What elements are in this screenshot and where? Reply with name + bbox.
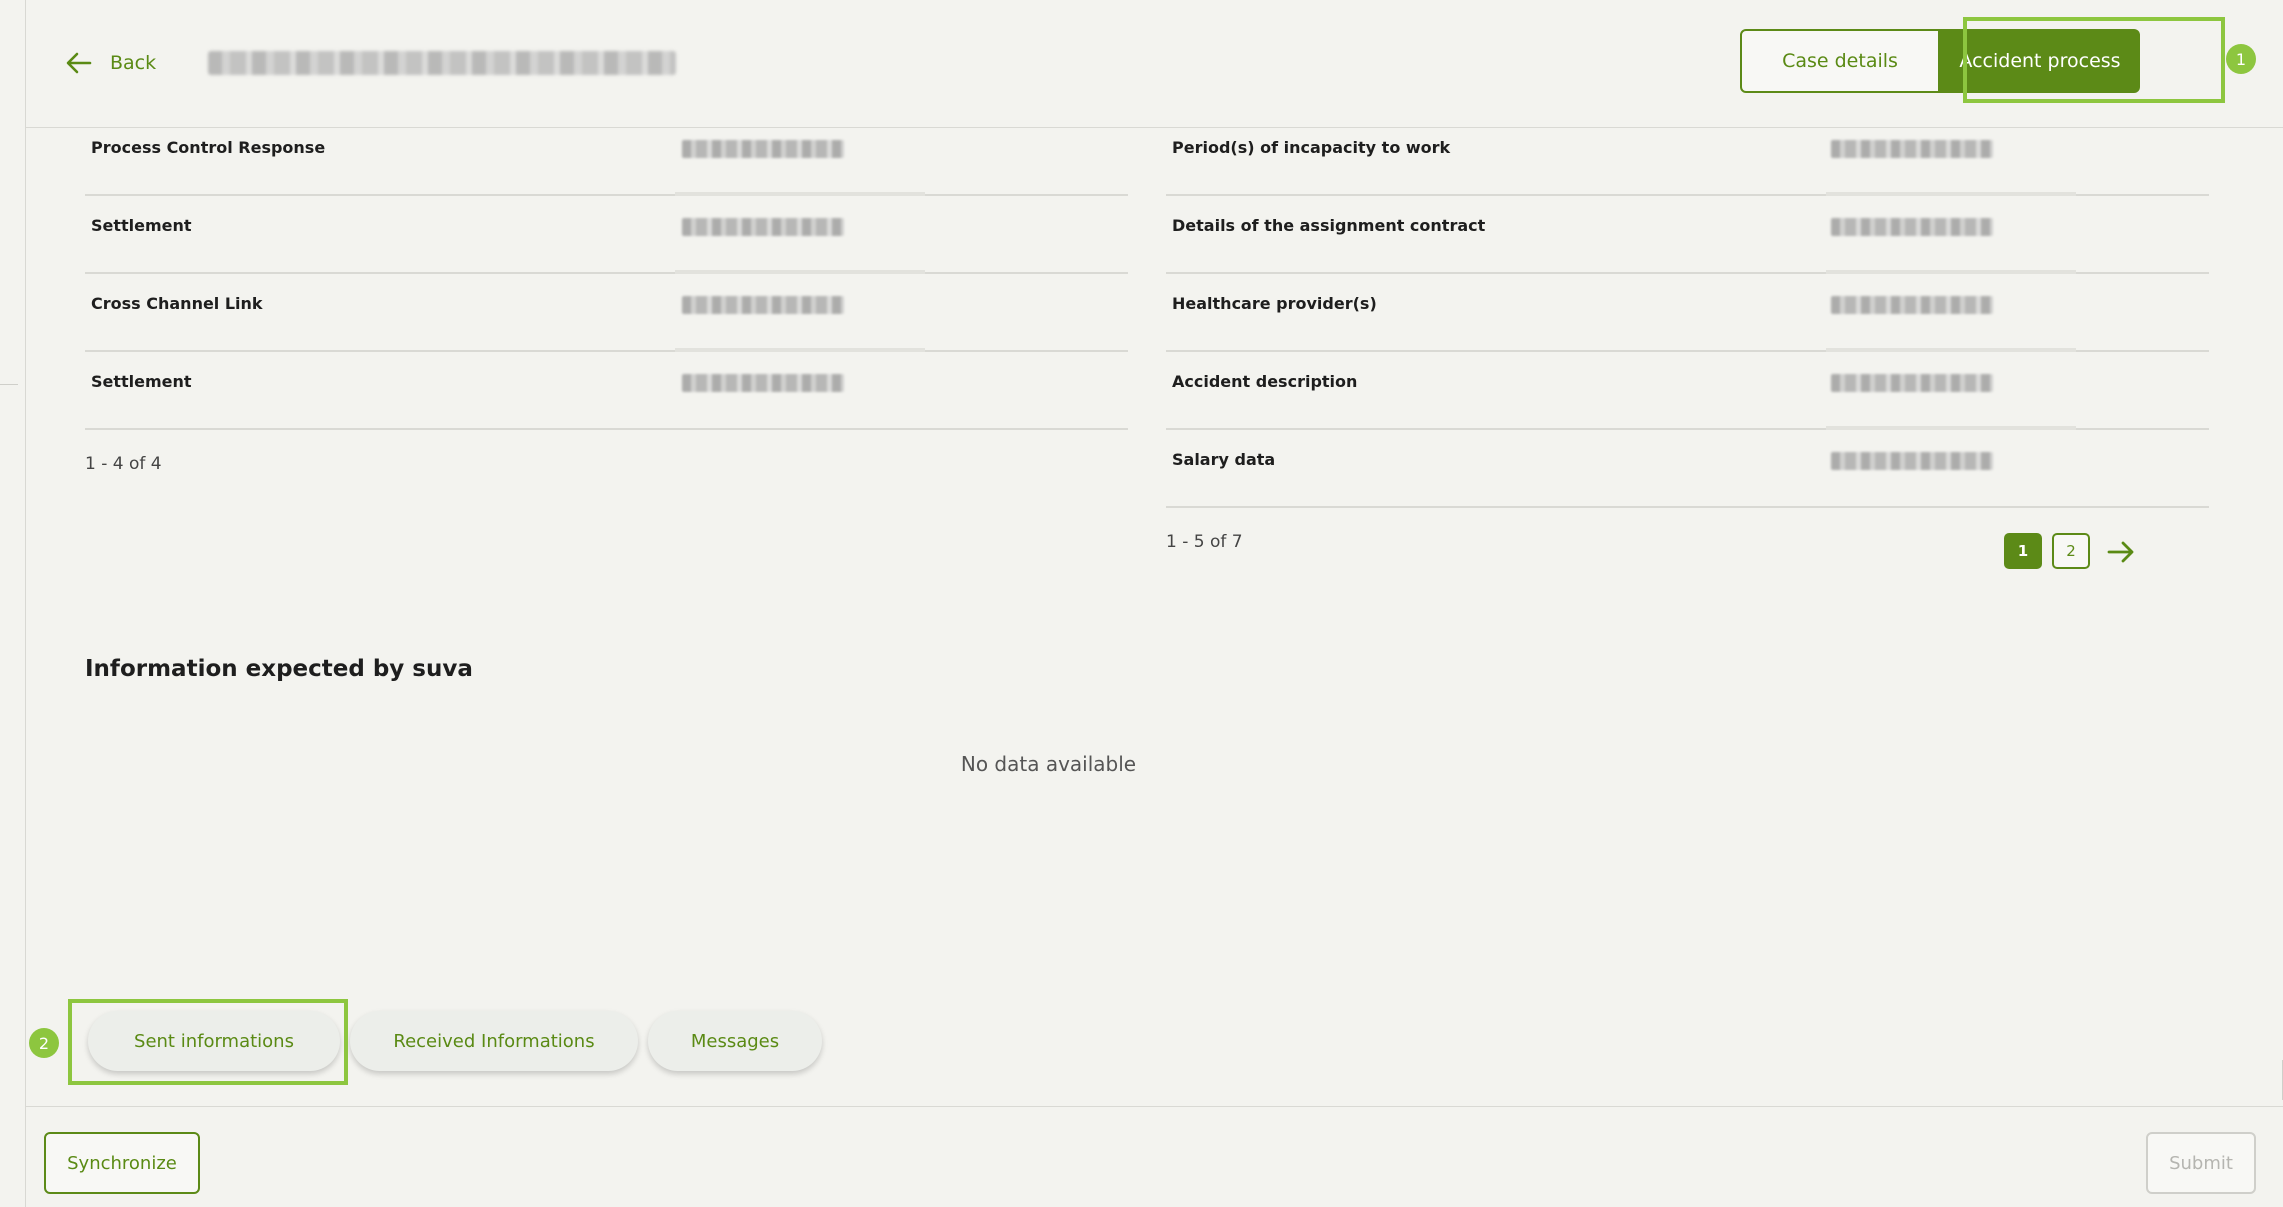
table-row[interactable]: Details of the assignment contract	[1166, 196, 2209, 274]
step-marker-2: 2	[29, 1028, 59, 1058]
date-redacted	[682, 218, 844, 236]
date-redacted	[1831, 140, 1993, 158]
back-label: Back	[110, 52, 157, 74]
left-border	[25, 0, 26, 1207]
section-title-expected: Information expected by suva	[85, 656, 473, 682]
table-row[interactable]: Accident description	[1166, 352, 2209, 430]
arrow-left-icon	[66, 52, 92, 74]
pager-summary-left: 1 - 4 of 4	[85, 454, 162, 474]
document-name: Salary data	[1172, 450, 1276, 469]
sent-info-table-left: Process Control Response Settlement Cros…	[85, 118, 1128, 430]
document-name: Details of the assignment contract	[1172, 216, 1486, 235]
document-name: Healthcare provider(s)	[1172, 294, 1377, 313]
document-name: Cross Channel Link	[91, 294, 263, 313]
table-row[interactable]: Settlement	[85, 352, 1128, 430]
table-row[interactable]: Salary data	[1166, 430, 2209, 508]
empty-state-text: No data available	[960, 752, 1137, 776]
case-title-redacted	[208, 51, 676, 75]
synchronize-button[interactable]: Synchronize	[44, 1132, 200, 1194]
document-name: Accident description	[1172, 372, 1358, 391]
tab-sent-informations[interactable]: Sent informations	[88, 1011, 340, 1071]
date-redacted	[682, 374, 844, 392]
back-button[interactable]: Back	[66, 46, 156, 80]
left-edge-tick	[0, 384, 18, 385]
date-redacted	[682, 140, 844, 158]
page-footer: Synchronize Submit	[26, 1106, 2283, 1207]
page-button-1[interactable]: 1	[2004, 533, 2042, 569]
page-button-2[interactable]: 2	[2052, 533, 2090, 569]
table-row[interactable]: Settlement	[85, 196, 1128, 274]
table-row[interactable]: Process Control Response	[85, 118, 1128, 196]
arrow-right-icon[interactable]	[2105, 536, 2137, 568]
table-row[interactable]: Period(s) of incapacity to work	[1166, 118, 2209, 196]
date-redacted	[1831, 296, 1993, 314]
tab-messages[interactable]: Messages	[648, 1011, 822, 1071]
date-redacted	[682, 296, 844, 314]
sent-info-table-right: Period(s) of incapacity to work Details …	[1166, 118, 2209, 508]
document-name: Settlement	[91, 216, 192, 235]
date-redacted	[1831, 452, 1993, 470]
tab-accident-process[interactable]: Accident process	[1940, 29, 2140, 93]
document-name: Settlement	[91, 372, 192, 391]
step-marker-1: 1	[2226, 44, 2256, 74]
empty-state: No data available	[0, 752, 2283, 776]
submit-button: Submit	[2146, 1132, 2256, 1194]
table-row[interactable]: Cross Channel Link	[85, 274, 1128, 352]
document-name: Period(s) of incapacity to work	[1172, 138, 1451, 157]
pager-summary-right: 1 - 5 of 7	[1166, 532, 1243, 552]
date-redacted	[1831, 374, 1993, 392]
date-redacted	[1831, 218, 1993, 236]
tab-received-informations[interactable]: Received Informations	[350, 1011, 638, 1071]
table-row[interactable]: Healthcare provider(s)	[1166, 274, 2209, 352]
document-name: Process Control Response	[91, 138, 326, 157]
tab-case-details[interactable]: Case details	[1740, 29, 1940, 93]
